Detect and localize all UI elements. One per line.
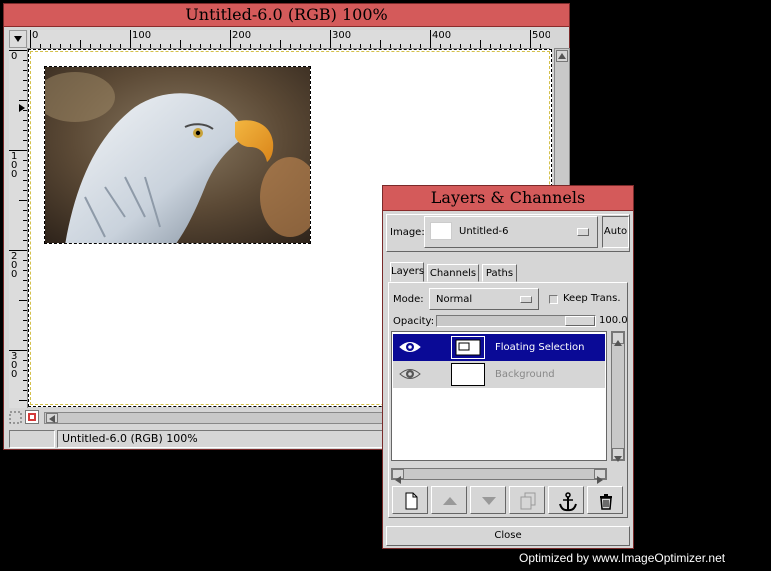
tab-layers[interactable]: Layers xyxy=(390,262,424,282)
ruler-label: 100 xyxy=(132,30,152,41)
image-window-title[interactable]: Untitled-6.0 (RGB) 100% xyxy=(4,4,569,27)
layer-action-bar xyxy=(388,483,628,517)
layer-row-floating-selection[interactable]: Floating Selection xyxy=(393,334,605,361)
ruler-corner-arrow-icon[interactable] xyxy=(9,30,27,48)
quickmask-off-icon[interactable] xyxy=(9,410,23,424)
mode-label: Mode: xyxy=(393,294,424,305)
image-dropdown-value: Untitled-6 xyxy=(459,226,509,237)
image-thumbnail xyxy=(430,222,452,240)
layer-row-background[interactable]: Background xyxy=(393,361,605,388)
status-left-field xyxy=(9,430,55,448)
layer-thumbnail xyxy=(451,336,485,359)
tab-paths[interactable]: Paths xyxy=(482,264,517,282)
image-label: Image: xyxy=(390,227,425,238)
anchor-layer-button[interactable] xyxy=(548,486,584,514)
scroll-left-button[interactable] xyxy=(46,413,58,423)
ruler-label: 400 xyxy=(432,30,452,41)
raise-layer-button[interactable] xyxy=(431,486,467,514)
layer-name: Background xyxy=(495,369,555,380)
dropdown-arrow-icon xyxy=(577,228,589,236)
eye-icon[interactable] xyxy=(399,339,421,355)
tab-channels[interactable]: Channels xyxy=(427,264,479,282)
opacity-label: Opacity: xyxy=(393,316,435,327)
ruler-label: 500 xyxy=(532,30,550,41)
scroll-right-button[interactable] xyxy=(594,469,606,484)
layer-list[interactable]: Floating Selection Background xyxy=(391,331,607,461)
delete-layer-button[interactable] xyxy=(587,486,623,514)
opacity-value: 100.0 xyxy=(599,315,628,326)
ruler-label: 100 xyxy=(11,151,18,180)
eagle-photo-floating-selection[interactable] xyxy=(44,66,311,244)
new-layer-button[interactable] xyxy=(392,486,428,514)
dropdown-arrow-icon xyxy=(520,296,532,303)
layer-list-hscrollbar[interactable] xyxy=(391,468,607,484)
mode-dropdown[interactable]: Normal xyxy=(429,288,539,310)
opacity-slider-handle[interactable] xyxy=(565,316,595,326)
layer-name: Floating Selection xyxy=(495,342,585,353)
scroll-down-button[interactable] xyxy=(612,448,624,462)
scroll-left-button[interactable] xyxy=(392,469,404,484)
scroll-up-button[interactable] xyxy=(556,50,568,62)
layer-thumbnail xyxy=(451,363,485,386)
mode-dropdown-value: Normal xyxy=(436,294,473,305)
watermark-text: Optimized by www.ImageOptimizer.net xyxy=(519,551,726,565)
keep-trans-checkbox[interactable] xyxy=(549,295,558,304)
vertical-ruler[interactable]: 0 100 200 300 xyxy=(9,48,28,408)
lower-layer-button[interactable] xyxy=(470,486,506,514)
quickmask-on-icon[interactable] xyxy=(25,410,39,424)
image-dropdown[interactable]: Untitled-6 xyxy=(424,216,598,248)
ruler-label: 200 xyxy=(232,30,252,41)
layers-dialog-title[interactable]: Layers & Channels xyxy=(383,186,633,211)
horizontal-ruler[interactable]: 0 100 200 300 400 500 xyxy=(28,30,550,49)
ruler-label: 200 xyxy=(11,251,18,280)
close-button[interactable]: Close xyxy=(386,526,630,546)
ruler-label: 0 xyxy=(32,30,39,41)
ruler-label: 300 xyxy=(332,30,352,41)
scroll-up-button[interactable] xyxy=(612,332,624,346)
opacity-slider[interactable] xyxy=(436,315,596,327)
auto-button[interactable]: Auto xyxy=(602,216,629,248)
keep-trans-label: Keep Trans. xyxy=(563,293,621,304)
layers-channels-dialog: Layers & Channels Image: Untitled-6 Auto… xyxy=(382,185,634,549)
ruler-label: 0 xyxy=(11,51,18,62)
duplicate-layer-button[interactable] xyxy=(509,486,545,514)
layer-list-vscrollbar[interactable] xyxy=(611,331,625,462)
ruler-label: 300 xyxy=(11,351,18,380)
eye-icon[interactable] xyxy=(399,366,421,382)
